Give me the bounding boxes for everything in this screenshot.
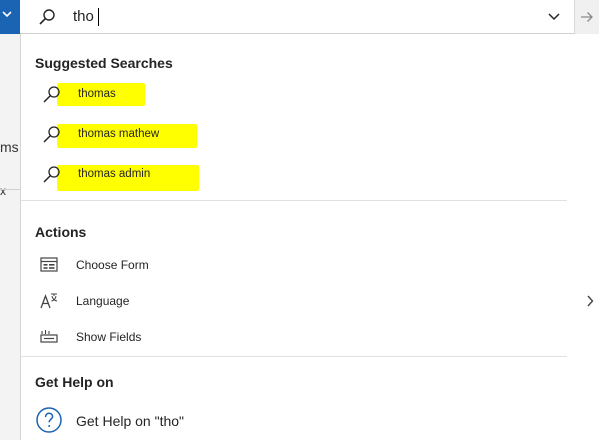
chevron-down-icon[interactable] — [547, 11, 561, 23]
app-header-bar — [0, 0, 20, 34]
suggestion-item[interactable]: thomas mathew — [35, 120, 335, 150]
section-divider — [21, 356, 567, 357]
search-box — [20, 0, 599, 34]
search-suggestions-panel: Suggested Searches thomas thomas mathew … — [20, 34, 599, 440]
action-label: Choose Form — [76, 258, 149, 272]
text-caret — [98, 8, 99, 26]
suggestion-item[interactable]: thomas admin — [35, 160, 335, 191]
search-input[interactable] — [73, 8, 473, 25]
chevron-down-icon[interactable] — [2, 9, 12, 19]
background-partial-text: ms — [0, 139, 19, 155]
suggested-searches-title: Suggested Searches — [35, 55, 173, 71]
form-icon — [40, 257, 58, 272]
help-icon — [36, 407, 62, 433]
fields-icon — [40, 330, 58, 343]
suggestion-label: thomas — [78, 88, 116, 100]
arrow-right-icon — [581, 12, 593, 22]
actions-title: Actions — [35, 224, 87, 240]
language-icon — [40, 293, 58, 309]
suggestion-label: thomas mathew — [78, 128, 160, 140]
action-show-fields[interactable]: Show Fields — [35, 322, 599, 352]
section-divider — [21, 200, 567, 201]
search-icon — [39, 9, 55, 25]
background-partial-mark: x — [0, 184, 6, 198]
suggestion-item[interactable]: thomas — [35, 80, 335, 110]
background-divider — [0, 189, 20, 190]
suggestion-label: thomas admin — [78, 168, 151, 180]
get-help-item[interactable]: Get Help on "tho" — [35, 404, 435, 438]
get-help-title: Get Help on — [35, 374, 114, 390]
get-help-label: Get Help on "tho" — [76, 413, 185, 429]
action-choose-form[interactable]: Choose Form — [35, 250, 599, 280]
search-go-button[interactable] — [575, 0, 599, 34]
action-label: Language — [76, 294, 130, 308]
action-language[interactable]: Language — [35, 286, 599, 316]
search-icon — [43, 166, 60, 183]
chevron-right-icon — [587, 295, 594, 307]
search-icon — [43, 86, 60, 103]
action-label: Show Fields — [76, 330, 142, 344]
search-icon — [43, 126, 60, 143]
